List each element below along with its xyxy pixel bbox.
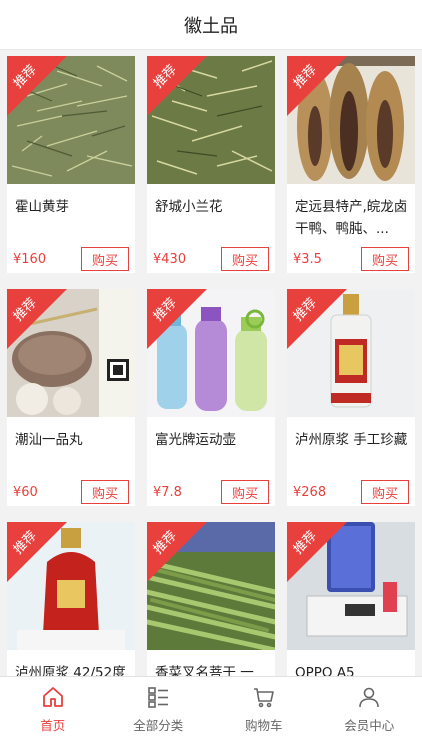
product-image-baijiu-bottle-red[interactable]: 推荐 [7, 522, 135, 650]
product-image-phone[interactable]: 推荐 [287, 522, 415, 650]
recommend-badge: 推荐 [287, 522, 347, 582]
product-card[interactable]: 推荐 香菜叉名菩干 一 [147, 522, 275, 676]
product-card[interactable]: 推荐 泸州原浆 42/52度 [7, 522, 135, 676]
product-name[interactable]: 定远县特产,皖龙卤干鸭、鸭肫、... [295, 196, 409, 240]
page-title: 徽土品 [184, 15, 238, 37]
recommend-badge: 推荐 [7, 56, 67, 116]
product-price: ¥7.8 [153, 485, 182, 500]
product-name[interactable]: OPPO A5 [295, 662, 409, 676]
user-icon [359, 687, 380, 708]
product-name[interactable]: 富光牌运动壶 [155, 429, 269, 451]
recommend-badge: 推荐 [147, 56, 207, 116]
product-name[interactable]: 香菜叉名菩干 一 [155, 662, 269, 676]
buy-button[interactable]: 购买 [81, 247, 129, 271]
buy-button[interactable]: 购买 [221, 247, 269, 271]
recommend-badge: 推荐 [287, 289, 347, 349]
tab-member-center[interactable]: 会员中心 [317, 677, 422, 750]
buy-button[interactable]: 购买 [81, 480, 129, 504]
tab-label: 全部分类 [133, 718, 184, 733]
recommend-badge: 推荐 [7, 522, 67, 582]
product-image-green-beans[interactable]: 推荐 [147, 522, 275, 650]
product-card[interactable]: 推荐 潮汕一品丸 ¥60 购买 [7, 289, 135, 506]
buy-button[interactable]: 购买 [361, 247, 409, 271]
cart-icon [253, 688, 274, 708]
product-price: ¥60 [13, 485, 38, 500]
product-name[interactable]: 霍山黄芽 [15, 196, 129, 218]
product-name[interactable]: 潮汕一品丸 [15, 429, 129, 451]
product-price: ¥160 [13, 252, 47, 267]
bottom-tabbar: 首页 全部分类 购物车 会员中心 [0, 676, 422, 750]
tab-label: 购物车 [244, 718, 283, 733]
tab-home[interactable]: 首页 [0, 677, 106, 750]
product-card[interactable]: 推荐 泸州原浆 手工珍藏 ¥268 购买 [287, 289, 415, 506]
product-card[interactable]: 推荐 霍山黄芽 ¥160 购买 [7, 56, 135, 273]
product-grid: 推荐 霍山黄芽 ¥160 购买 推荐 舒城小兰花 ¥430 购买 推荐 定远县特… [0, 50, 422, 676]
product-card[interactable]: 推荐 定远县特产,皖龙卤干鸭、鸭肫、... ¥3.5 购买 [287, 56, 415, 273]
buy-button[interactable]: 购买 [221, 480, 269, 504]
home-icon [42, 687, 63, 707]
tab-categories[interactable]: 全部分类 [106, 677, 212, 750]
product-image-tea[interactable]: 推荐 [147, 56, 275, 184]
product-price: ¥430 [153, 252, 187, 267]
product-name[interactable]: 舒城小兰花 [155, 196, 269, 218]
product-card[interactable]: 推荐 舒城小兰花 ¥430 购买 [147, 56, 275, 273]
category-list-icon [148, 687, 169, 708]
product-price: ¥268 [293, 485, 327, 500]
product-image-meatballs[interactable]: 推荐 [7, 289, 135, 417]
recommend-badge: 推荐 [147, 289, 207, 349]
product-image-baijiu-bottle[interactable]: 推荐 [287, 289, 415, 417]
tab-cart[interactable]: 购物车 [211, 677, 317, 750]
tab-label: 会员中心 [344, 718, 395, 733]
product-name[interactable]: 泸州原浆 42/52度 [15, 662, 129, 676]
recommend-badge: 推荐 [287, 56, 347, 116]
product-image-tea[interactable]: 推荐 [7, 56, 135, 184]
product-image-dried-duck[interactable]: 推荐 [287, 56, 415, 184]
app-header: 徽土品 [0, 0, 422, 50]
buy-button[interactable]: 购买 [361, 480, 409, 504]
recommend-badge: 推荐 [147, 522, 207, 582]
tab-label: 首页 [40, 718, 66, 733]
product-card[interactable]: 推荐 OPPO A5 [287, 522, 415, 676]
recommend-badge: 推荐 [7, 289, 67, 349]
product-image-sports-bottles[interactable]: 推荐 [147, 289, 275, 417]
product-name[interactable]: 泸州原浆 手工珍藏 [295, 429, 409, 451]
product-card[interactable]: 推荐 富光牌运动壶 ¥7.8 购买 [147, 289, 275, 506]
product-price: ¥3.5 [293, 252, 322, 267]
